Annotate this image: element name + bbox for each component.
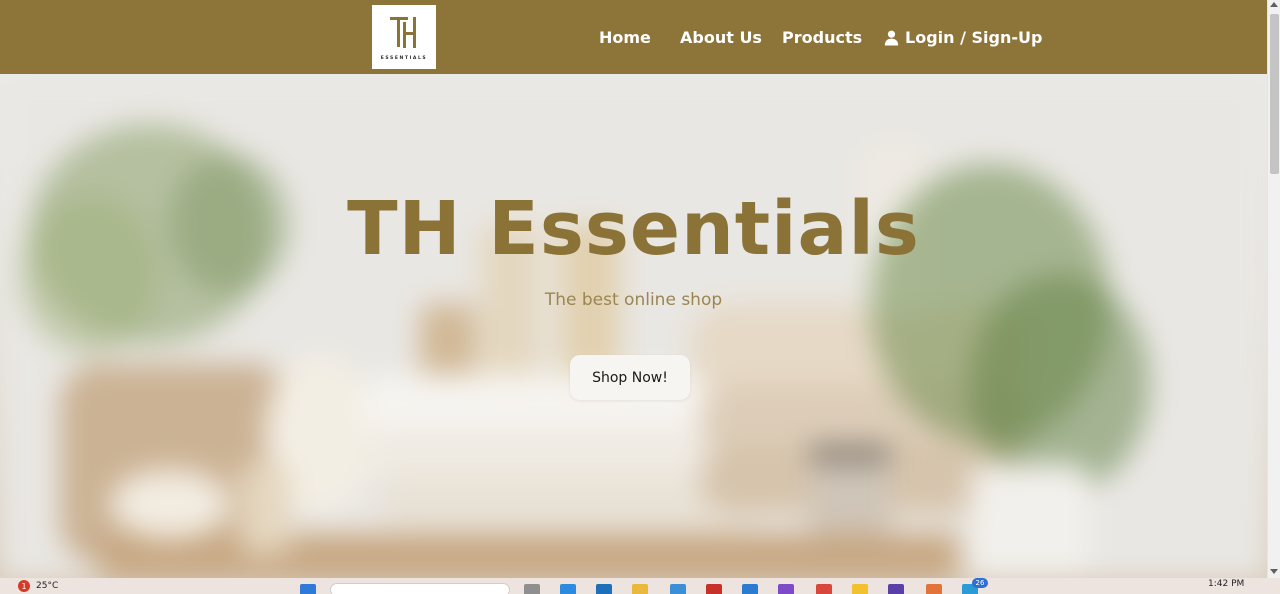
nav-login-link[interactable]: Login / Sign-Up [884,28,1042,47]
page-scrollbar[interactable] [1267,0,1280,578]
nav-home-link[interactable]: Home [599,28,651,47]
app-icon-purple[interactable] [888,584,904,594]
scroll-up-arrow-icon[interactable] [1270,2,1278,7]
hero-subtitle: The best online shop [544,290,723,310]
logo-wordmark: ESSENTIALS [380,55,428,61]
vscode-icon[interactable] [742,584,758,594]
scroll-thumb[interactable] [1270,14,1279,174]
hero-title: TH Essentials [347,186,920,272]
store-icon[interactable] [596,584,612,594]
visual-studio-icon[interactable] [778,584,794,594]
top-navbar: ESSENTIALS Home About Us Products Login … [0,0,1267,74]
taskbar-search-box[interactable] [330,583,510,594]
nav-about-link[interactable]: About Us [680,28,762,47]
weather-temperature: 25°C [36,581,59,591]
nav-login-label: Login / Sign-Up [905,28,1043,47]
chrome-icon[interactable] [816,584,832,594]
user-icon [884,30,899,45]
app-icon-red[interactable] [706,584,722,594]
task-view-icon[interactable] [524,584,540,594]
hero-banner: TH Essentials The best online shop Shop … [0,74,1267,578]
scroll-down-arrow-icon[interactable] [1270,569,1278,574]
shop-now-button[interactable]: Shop Now! [570,355,690,400]
notification-count-badge: 26 [972,578,988,588]
taskbar-clock[interactable]: 1:42 PM [1208,579,1244,589]
th-monogram-icon [390,16,416,48]
edge-browser-icon[interactable] [560,584,576,594]
app-icon-orange[interactable] [926,584,942,594]
app-icon-yellow[interactable] [852,584,868,594]
brand-logo[interactable]: ESSENTIALS [372,5,436,69]
hero-background-image [0,74,1267,578]
windows-start-icon[interactable] [300,584,316,594]
nav-products-link[interactable]: Products [782,28,862,47]
app-icon-blue[interactable] [670,584,686,594]
file-explorer-icon[interactable] [632,584,648,594]
weather-alert-badge: 1 [18,580,30,592]
weather-widget[interactable]: 1 25°C [18,580,58,592]
os-taskbar: 1 25°C 26 1:42 PM [0,578,1280,594]
